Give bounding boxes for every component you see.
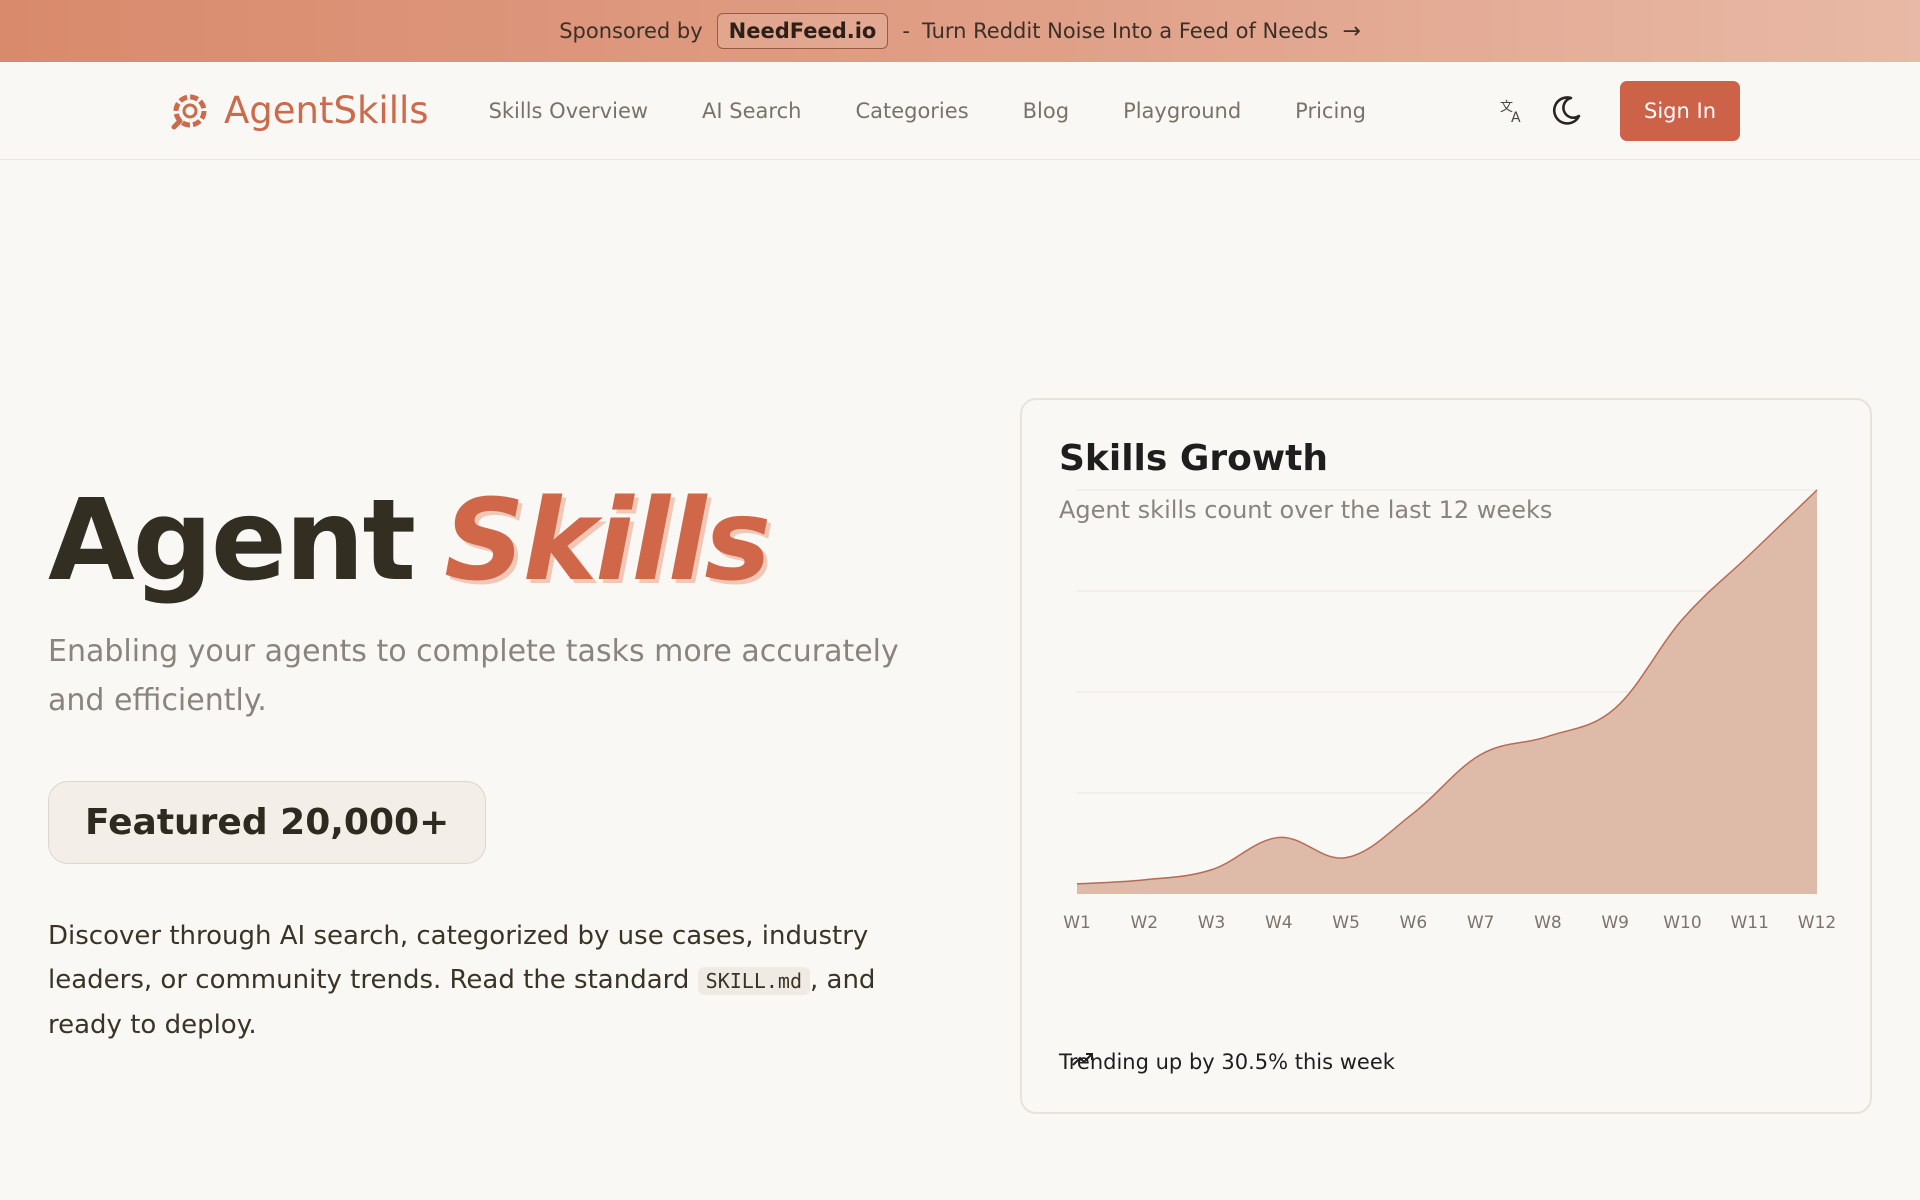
nav-actions: 文 A Sign In — [1492, 80, 1740, 141]
hero-title-word1: Agent — [48, 476, 416, 606]
brand-name: AgentSkills — [224, 89, 429, 132]
sponsor-tagline[interactable]: Turn Reddit Noise Into a Feed of Needs — [922, 19, 1328, 43]
x-tick-label: W4 — [1265, 913, 1293, 933]
x-tick-label: W7 — [1467, 913, 1495, 933]
arrow-right-icon[interactable]: → — [1342, 19, 1360, 44]
trending-up-icon — [1072, 1053, 1093, 1066]
nav-link-playground[interactable]: Playground — [1123, 99, 1241, 123]
top-nav: AgentSkills Skills Overview AI Search Ca… — [0, 62, 1920, 160]
hero-title-word2: Skills — [444, 476, 771, 606]
sign-in-button[interactable]: Sign In — [1620, 80, 1740, 141]
x-tick-label: W9 — [1601, 913, 1629, 933]
trend-footer: Trending up by 30.5% this week — [1059, 1050, 1395, 1074]
nav-link-pricing[interactable]: Pricing — [1295, 99, 1366, 123]
logo-icon — [171, 94, 207, 129]
sponsor-brand-pill[interactable]: NeedFeed.io — [716, 13, 889, 49]
x-tick-label: W5 — [1332, 913, 1360, 933]
moon-icon[interactable] — [1546, 91, 1586, 131]
x-tick-label: W2 — [1130, 913, 1158, 933]
brand-link[interactable]: AgentSkills — [170, 89, 429, 132]
nav-link-ai-search[interactable]: AI Search — [702, 99, 801, 123]
hero-subtitle: Enabling your agents to complete tasks m… — [48, 634, 899, 718]
nav-link-skills-overview[interactable]: Skills Overview — [489, 99, 648, 123]
sponsor-prefix: Sponsored by — [559, 19, 703, 43]
trend-text: Trending up by 30.5% this week — [1059, 1050, 1395, 1074]
featured-badge: Featured 20,000+ — [48, 781, 487, 864]
hero-text: Agent Skills Enabling your agents to comp… — [48, 485, 928, 1047]
skill-md-code: SKILL.md — [697, 967, 810, 995]
nav-links: Skills Overview AI Search Categories Blo… — [489, 99, 1420, 123]
nav-link-categories[interactable]: Categories — [855, 99, 968, 123]
sponsor-separator: - — [902, 19, 910, 43]
x-tick-label: W8 — [1534, 913, 1562, 933]
x-tick-label: W10 — [1663, 913, 1701, 933]
skills-growth-card: Skills Growth Agent skills count over th… — [1020, 398, 1872, 1114]
sponsor-banner[interactable]: Sponsored by NeedFeed.io - Turn Reddit N… — [0, 0, 1920, 62]
x-tick-label: W1 — [1063, 913, 1091, 933]
growth-chart: W1 W2 W3 W4 W5 W6 W7 W8 W9 W10 W11 W12 — [1063, 489, 1836, 933]
translate-icon[interactable]: 文 A — [1492, 91, 1532, 131]
x-tick-label: W6 — [1400, 913, 1428, 933]
x-tick-label: W3 — [1198, 913, 1226, 933]
x-tick-label: W11 — [1731, 913, 1769, 933]
hero-description: Discover through AI search, categorized … — [48, 914, 928, 1047]
x-tick-label: W12 — [1798, 913, 1836, 933]
hero-section: Agent Skills Enabling your agents to comp… — [0, 160, 1920, 1200]
svg-text:A: A — [1511, 110, 1521, 124]
nav-link-blog[interactable]: Blog — [1023, 99, 1069, 123]
hero-title: Agent Skills — [48, 485, 928, 597]
